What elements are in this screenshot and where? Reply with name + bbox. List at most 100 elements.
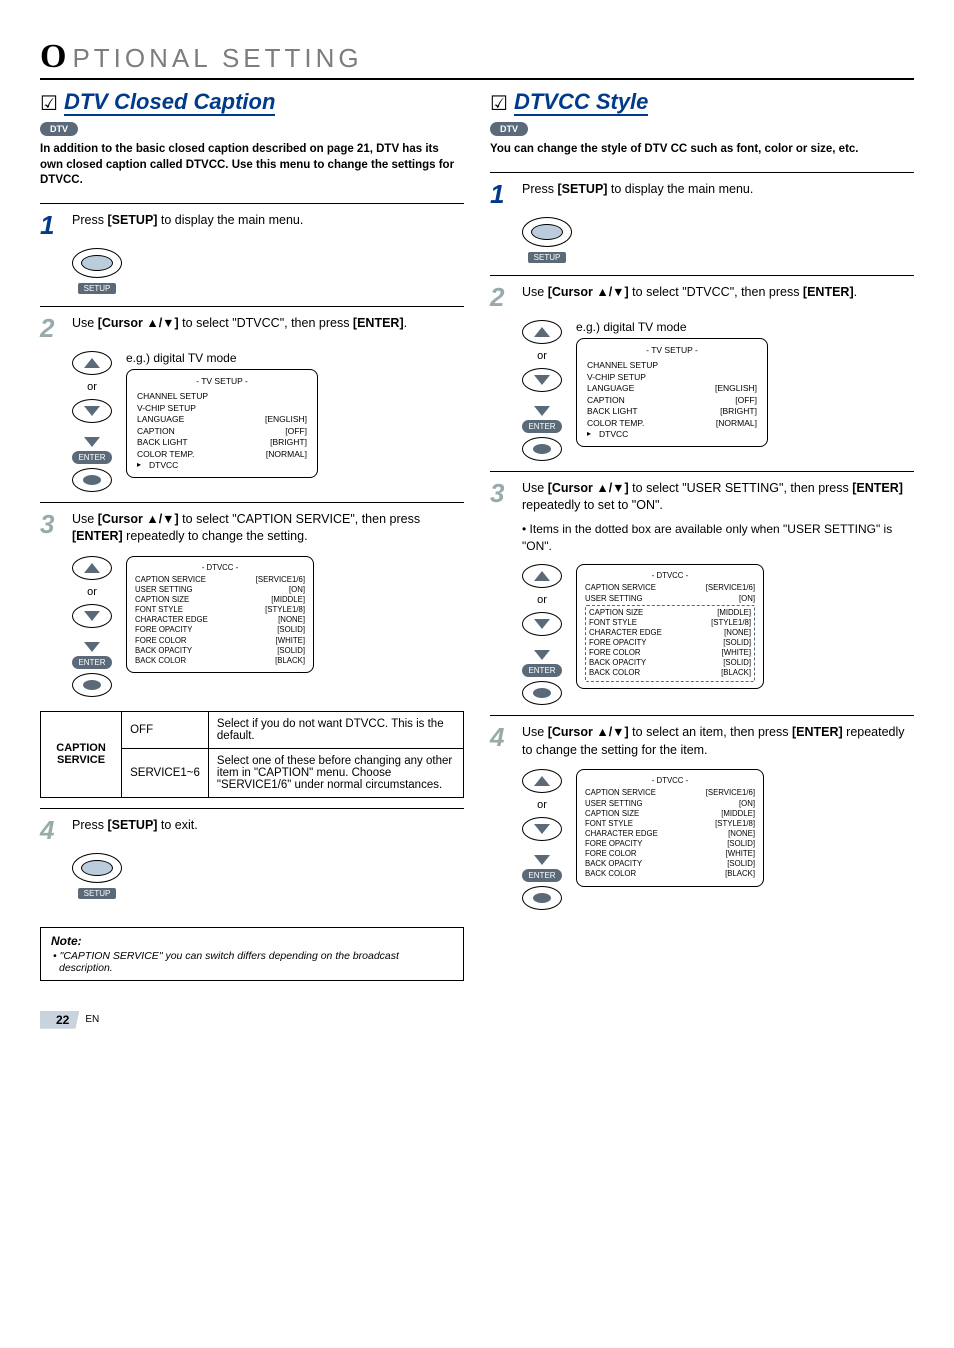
chapter-letter: O bbox=[40, 40, 70, 74]
nav-or: or bbox=[537, 350, 547, 362]
panel-row: CAPTION[OFF] bbox=[587, 395, 757, 406]
dtvcc-panel: - DTVCC -CAPTION SERVICE[SERVICE1/6]USER… bbox=[126, 556, 314, 673]
cursor-graphic: or ENTER bbox=[522, 320, 562, 461]
cursor-graphic: or ENTER bbox=[522, 564, 562, 705]
step-number: 3 bbox=[490, 480, 512, 506]
step-number: 2 bbox=[40, 315, 62, 341]
step1-text-a: Press bbox=[72, 213, 107, 227]
panel-row: FORE COLOR[WHITE] bbox=[585, 849, 755, 859]
cursor-key: [Cursor ▲/▼] bbox=[98, 512, 179, 526]
right-intro: You can change the style of DTV CC such … bbox=[490, 142, 914, 158]
down-arrow-icon bbox=[534, 824, 550, 834]
enter-label: ENTER bbox=[522, 664, 561, 677]
nav-or: or bbox=[537, 594, 547, 606]
down-arrow-icon bbox=[84, 406, 100, 416]
t: repeatedly to change the setting. bbox=[123, 529, 308, 543]
enter-label: ENTER bbox=[522, 869, 561, 882]
setup-button-graphic: SETUP bbox=[72, 248, 122, 296]
panel-row: USER SETTING[ON] bbox=[135, 585, 305, 595]
t: . bbox=[854, 285, 857, 299]
panel-row: CHARACTER EDGE[NONE] bbox=[585, 829, 755, 839]
panel-row: CAPTION SERVICE[SERVICE1/6] bbox=[585, 788, 755, 798]
panel-row: FORE OPACITY[SOLID] bbox=[135, 625, 305, 635]
left-heading: DTV Closed Caption bbox=[64, 90, 275, 116]
panel-row: V-CHIP SETUP bbox=[137, 403, 307, 414]
check-icon: ☑ bbox=[40, 91, 58, 116]
enter-button-icon bbox=[533, 688, 551, 698]
left-column: ☑ DTV Closed Caption DTV In addition to … bbox=[40, 90, 464, 981]
setup-key: [SETUP] bbox=[107, 213, 157, 227]
table-opt-off: OFF bbox=[122, 711, 209, 748]
table-desc-off: Select if you do not want DTVCC. This is… bbox=[208, 711, 463, 748]
cursor-key: [Cursor ▲/▼] bbox=[548, 285, 629, 299]
panel-row: BACK OPACITY[SOLID] bbox=[585, 859, 755, 869]
enter-key: [ENTER] bbox=[803, 285, 854, 299]
t: to select "DTVCC", then press bbox=[179, 316, 353, 330]
down-arrow-icon bbox=[534, 406, 550, 416]
page-number: 22 bbox=[40, 1011, 79, 1029]
right-step1: 1 Press [SETUP] to display the main menu… bbox=[490, 172, 914, 275]
up-arrow-icon bbox=[534, 327, 550, 337]
panel-row: BACK LIGHT[BRIGHT] bbox=[137, 437, 307, 448]
right-step3: 3 Use [Cursor ▲/▼] to select "USER SETTI… bbox=[490, 471, 914, 716]
panel-row: CAPTION SERVICE[SERVICE1/6] bbox=[135, 575, 305, 585]
t: to select an item, then press bbox=[629, 725, 792, 739]
t: Use bbox=[522, 481, 548, 495]
right-step2: 2 Use [Cursor ▲/▼] to select "DTVCC", th… bbox=[490, 275, 914, 471]
panel-row: CAPTION SIZE[MIDDLE] bbox=[589, 608, 751, 618]
panel-row: CAPTION[OFF] bbox=[137, 426, 307, 437]
left-step4: 4 Press [SETUP] to exit. SETUP bbox=[40, 808, 464, 911]
panel-row: USER SETTING[ON] bbox=[585, 799, 755, 809]
check-icon: ☑ bbox=[490, 91, 508, 116]
setup-button-graphic: SETUP bbox=[72, 853, 122, 901]
up-arrow-icon bbox=[534, 571, 550, 581]
dtv-badge: DTV bbox=[490, 122, 528, 136]
panel-row: BACK OPACITY[SOLID] bbox=[589, 658, 751, 668]
panel-row: FORE COLOR[WHITE] bbox=[135, 636, 305, 646]
t: Press bbox=[72, 818, 107, 832]
panel-row: COLOR TEMP.[NORMAL] bbox=[137, 449, 307, 460]
panel-row: CAPTION SERVICE[SERVICE1/6] bbox=[585, 583, 755, 593]
panel-row: FONT STYLE[STYLE1/8] bbox=[135, 605, 305, 615]
t: to exit. bbox=[157, 818, 197, 832]
t: repeatedly to set to "ON". bbox=[522, 498, 663, 512]
panel-row: FORE COLOR[WHITE] bbox=[589, 648, 751, 658]
left-step1: 1 Press [SETUP] to display the main menu… bbox=[40, 203, 464, 306]
panel-row: LANGUAGE[ENGLISH] bbox=[587, 383, 757, 394]
setup-button-graphic: SETUP bbox=[522, 217, 572, 265]
panel-row: COLOR TEMP.[NORMAL] bbox=[587, 418, 757, 429]
step3-note: • Items in the dotted box are available … bbox=[522, 521, 914, 555]
nav-or: or bbox=[87, 381, 97, 393]
panel-row: BACK COLOR[BLACK] bbox=[585, 869, 755, 879]
t: Press bbox=[522, 182, 557, 196]
caption-service-table: CAPTION SERVICE OFF Select if you do not… bbox=[40, 711, 464, 798]
enter-key: [ENTER] bbox=[353, 316, 404, 330]
panel-row: DTVCC bbox=[587, 429, 757, 440]
dotted-box: CAPTION SIZE[MIDDLE]FONT STYLE[STYLE1/8]… bbox=[585, 605, 755, 682]
step-number: 4 bbox=[40, 817, 62, 843]
panel-row: FONT STYLE[STYLE1/8] bbox=[589, 618, 751, 628]
right-step4: 4 Use [Cursor ▲/▼] to select an item, th… bbox=[490, 715, 914, 920]
enter-key: [ENTER] bbox=[852, 481, 903, 495]
table-label: CAPTION SERVICE bbox=[41, 711, 122, 797]
t: to display the main menu. bbox=[607, 182, 753, 196]
t: to select "CAPTION SERVICE", then press bbox=[179, 512, 420, 526]
nav-or: or bbox=[537, 799, 547, 811]
t: to select "USER SETTING", then press bbox=[629, 481, 853, 495]
step-number: 1 bbox=[40, 212, 62, 238]
enter-button-icon bbox=[83, 680, 101, 690]
panel-row: FONT STYLE[STYLE1/8] bbox=[585, 819, 755, 829]
panel-row: CHARACTER EDGE[NONE] bbox=[135, 615, 305, 625]
down-arrow-icon bbox=[84, 437, 100, 447]
dtvcc-panel-user: - DTVCC -CAPTION SERVICE[SERVICE1/6]USER… bbox=[576, 564, 764, 688]
panel-row: BACK COLOR[BLACK] bbox=[135, 656, 305, 666]
enter-key: [ENTER] bbox=[72, 529, 123, 543]
setup-key: [SETUP] bbox=[107, 818, 157, 832]
panel-row: CAPTION SIZE[MIDDLE] bbox=[135, 595, 305, 605]
cursor-graphic: or ENTER bbox=[72, 556, 112, 697]
setup-button-label: SETUP bbox=[528, 252, 567, 263]
table-opt-service: SERVICE1~6 bbox=[122, 748, 209, 797]
dtvcc-panel-item: - DTVCC -CAPTION SERVICE[SERVICE1/6]USER… bbox=[576, 769, 764, 886]
t: to select "DTVCC", then press bbox=[629, 285, 803, 299]
dtv-badge: DTV bbox=[40, 122, 78, 136]
